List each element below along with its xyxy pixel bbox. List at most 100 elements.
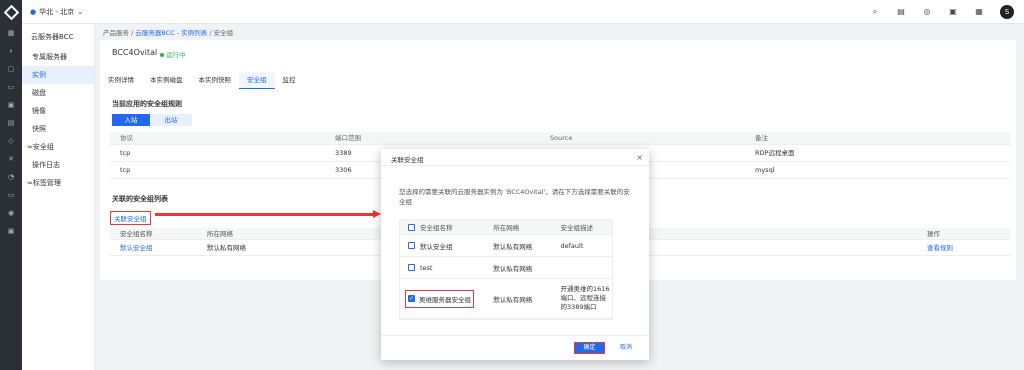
modal-footer: 确定 取消 xyxy=(381,335,649,360)
cell-sg-name: 默认安全组 xyxy=(420,242,453,251)
setting-icon[interactable]: ◉ xyxy=(0,204,22,222)
expand-icon[interactable]: › xyxy=(0,42,22,60)
sidebar-item-instance[interactable]: 实例 xyxy=(22,66,94,84)
chevron-down-icon: ⌄ xyxy=(77,8,83,16)
cell-sg-name[interactable]: 默认安全组 xyxy=(110,240,197,255)
cell-sg-name: 奥维服务器安全组 xyxy=(419,295,471,304)
network-icon[interactable]: ▭ xyxy=(0,78,22,96)
top-actions: ⌕ ▤ ◎ ▣ ▦ S xyxy=(870,5,1014,19)
cell-desc: 开通奥维的1616端口、远程连接的3389端口 xyxy=(560,285,610,311)
row-checkbox[interactable] xyxy=(408,264,415,271)
sidebar-item-snapshot[interactable]: 快照 xyxy=(22,120,94,138)
cell-network: 默认私有网络 xyxy=(493,264,533,273)
cell-sg-name: test xyxy=(420,263,433,272)
status-label: 运行中 xyxy=(166,51,186,59)
sidebar-item-label: 标签管理 xyxy=(32,179,61,187)
modal-table: 安全组名称 所在网络 安全组描述 默认安全组 默认私有网络 default te… xyxy=(399,219,613,320)
tab-detail[interactable]: 实例详情 xyxy=(100,72,142,89)
annotation-arrow xyxy=(155,213,375,216)
cell-network: 默认私有网络 xyxy=(493,295,533,304)
document-icon[interactable]: ▤ xyxy=(896,7,906,17)
row-checkbox[interactable] xyxy=(408,242,415,249)
help-icon[interactable]: ◎ xyxy=(922,7,932,17)
product-icon[interactable]: ▢ xyxy=(0,60,22,78)
region-selector[interactable]: ● 华北 - 北京 ⌄ xyxy=(30,7,83,17)
column-header: 安全组描述 xyxy=(560,224,594,232)
console-icon[interactable]: ▦ xyxy=(0,24,22,42)
outbound-button[interactable]: 出站 xyxy=(150,114,192,126)
column-header: 安全组名称 xyxy=(120,230,153,238)
column-header: 端口范围 xyxy=(335,134,361,142)
direction-toggle: 入站 出站 xyxy=(112,114,192,126)
breadcrumb-sep: / xyxy=(131,29,134,37)
more-icon[interactable]: ▣ xyxy=(0,222,22,240)
cell-network: 默认私有网络 xyxy=(493,242,533,251)
column-header: 备注 xyxy=(755,134,768,142)
table-header: 安全组名称 所在网络 安全组描述 xyxy=(400,220,612,235)
cell-desc: default xyxy=(560,241,584,250)
security-icon[interactable]: ◇ xyxy=(0,132,22,150)
associate-security-group-link[interactable]: 关联安全组 xyxy=(110,211,151,225)
modal-description: 您选择的需要关联的云服务器实例为 'BCC4Ovital'，请在下方选择需要关联… xyxy=(399,188,630,206)
cell-protocol: tcp xyxy=(120,166,131,174)
instance-name: BCC4Ovital xyxy=(112,48,158,57)
column-header: 协议 xyxy=(120,134,133,142)
selected-highlight: ✓ 奥维服务器安全组 xyxy=(405,289,474,308)
breadcrumb-link[interactable]: 云服务器BCC - 实例列表 xyxy=(135,29,207,37)
rules-title: 当前应用的安全组规则 xyxy=(112,100,182,108)
sidebar-item-dedicated[interactable]: 专属服务器 xyxy=(22,48,94,66)
modal-header: 关联安全组 × xyxy=(381,149,649,166)
arrow-head-icon xyxy=(373,210,381,218)
tab-security-group[interactable]: 安全组 xyxy=(239,72,275,89)
cell-note: RDP远程桌面 xyxy=(755,149,795,157)
database-icon[interactable]: ▤ xyxy=(0,114,22,132)
status-dot-icon xyxy=(160,53,164,57)
close-icon[interactable]: × xyxy=(636,153,643,162)
table-row: 默认安全组 默认私有网络 default xyxy=(400,235,612,257)
region-label: 华北 - 北京 xyxy=(39,8,75,16)
breadcrumb: 产品服务 / 云服务器BCC - 实例列表 / 安全组 xyxy=(103,27,233,37)
logo-icon xyxy=(3,4,19,20)
breadcrumb-current: 安全组 xyxy=(213,29,234,37)
cell-protocol: tcp xyxy=(120,149,131,157)
modal-title: 关联安全组 xyxy=(391,156,424,164)
table-row: test 默认私有网络 xyxy=(400,257,612,279)
row-checkbox-checked[interactable]: ✓ xyxy=(408,295,415,302)
select-all-checkbox[interactable] xyxy=(408,223,415,231)
avatar[interactable]: S xyxy=(1000,5,1014,19)
tab-snapshot[interactable]: 本实例快照 xyxy=(191,72,240,89)
logo[interactable] xyxy=(0,0,22,24)
search-icon[interactable]: ⌕ xyxy=(870,7,880,17)
breadcrumb-root[interactable]: 产品服务 xyxy=(103,29,129,37)
sidebar-item-tags[interactable]: ∞标签管理 xyxy=(22,174,94,192)
location-icon: ● xyxy=(30,8,37,16)
column-header: 所在网络 xyxy=(493,224,520,232)
breadcrumb-sep: / xyxy=(209,29,212,37)
associate-modal: 关联安全组 × 您选择的需要关联的云服务器实例为 'BCC4Ovital'，请在… xyxy=(381,149,649,360)
sidebar-item-image[interactable]: 镜像 xyxy=(22,102,94,120)
tag-icon[interactable]: ▭ xyxy=(0,186,22,204)
column-header: Source xyxy=(550,134,573,142)
sidebar: 云服务器BCC 专属服务器 实例 磁盘 镜像 快照 ∞安全组 操作日志 ∞标签管… xyxy=(22,24,95,370)
sidebar-item-security-group[interactable]: ∞安全组 xyxy=(22,138,94,156)
tab-disk[interactable]: 本实例磁盘 xyxy=(142,72,191,89)
table-header: 协议 端口范围 Source 备注 xyxy=(110,132,1010,145)
assoc-title: 关联的安全组列表 xyxy=(112,195,168,203)
sidebar-item-label: 安全组 xyxy=(32,143,54,151)
sidebar-title: 云服务器BCC xyxy=(31,33,74,41)
cancel-button[interactable]: 取消 xyxy=(612,342,640,354)
confirm-button[interactable]: 确定 xyxy=(574,342,605,354)
inbound-button[interactable]: 入站 xyxy=(112,114,150,126)
column-header: 安全组名称 xyxy=(420,224,453,232)
ai-icon[interactable]: ✕ xyxy=(0,150,22,168)
sidebar-item-log[interactable]: 操作日志 xyxy=(22,156,94,174)
message-icon[interactable]: ▣ xyxy=(948,7,958,17)
storage-icon[interactable]: ▣ xyxy=(0,96,22,114)
tab-monitor[interactable]: 监控 xyxy=(275,72,304,89)
monitor-icon[interactable]: ◔ xyxy=(0,168,22,186)
sidebar-item-disk[interactable]: 磁盘 xyxy=(22,84,94,102)
top-bar: ● 华北 - 北京 ⌄ ⌕ ▤ ◎ ▣ ▦ S xyxy=(0,0,1024,24)
column-header: 操作 xyxy=(927,230,940,238)
pin-icon[interactable]: ▦ xyxy=(974,7,984,17)
view-rules-link[interactable]: 查看规则 xyxy=(917,240,1010,255)
